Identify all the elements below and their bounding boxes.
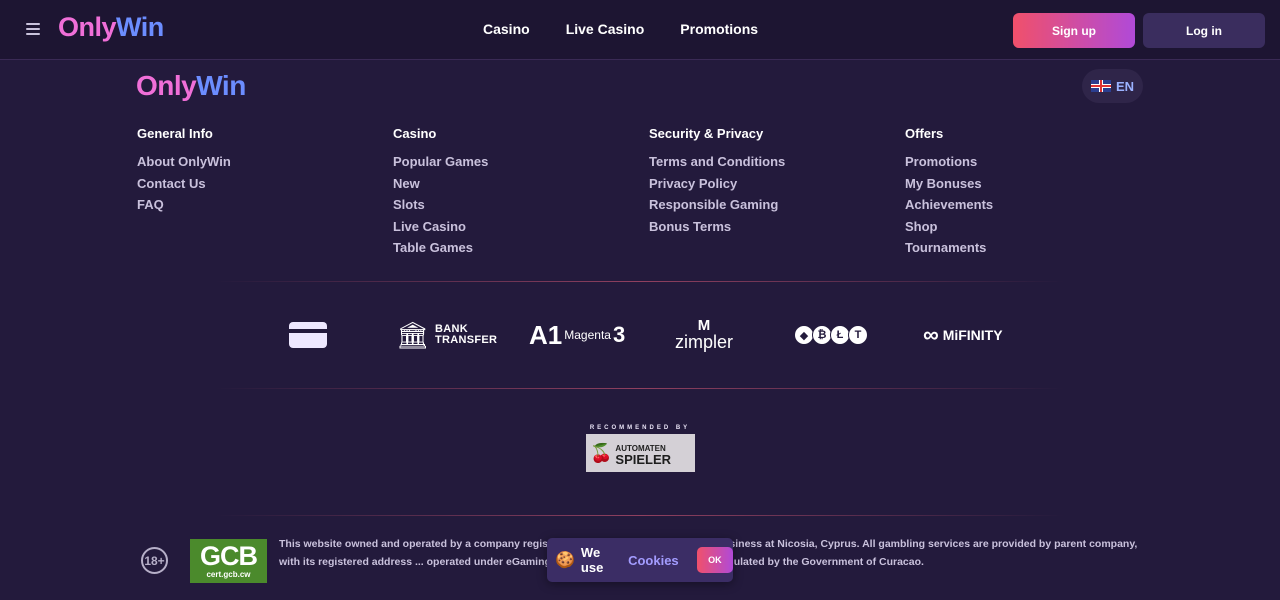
link-promotions[interactable]: Promotions — [905, 151, 993, 173]
credit-card-icon — [289, 322, 327, 348]
footer-column-general-info: General Info About OnlyWin Contact Us FA… — [137, 126, 231, 216]
payment-mifinity: ∞ MiFINITY — [923, 318, 1003, 352]
link-shop[interactable]: Shop — [905, 216, 993, 238]
link-tournaments[interactable]: Tournaments — [905, 237, 993, 259]
language-selector[interactable]: EN — [1082, 69, 1143, 103]
coin-icon: Ł — [830, 325, 850, 345]
link-slots[interactable]: Slots — [393, 194, 488, 216]
hamburger-icon[interactable] — [26, 23, 40, 35]
gcb-sub: cert.gcb.cw — [206, 570, 251, 579]
footer-logo-part-only: Only — [136, 70, 197, 101]
coin-icon: T — [848, 325, 868, 345]
cherry-icon: 🍒 — [590, 442, 613, 463]
cookies-link[interactable]: Cookies — [628, 553, 679, 568]
logo-part-only: Only — [58, 12, 117, 42]
link-live-casino[interactable]: Live Casino — [393, 216, 488, 238]
nav-live-casino[interactable]: Live Casino — [566, 21, 645, 37]
link-responsible-gaming[interactable]: Responsible Gaming — [649, 194, 785, 216]
uk-flag-icon — [1090, 80, 1111, 92]
magenta-a1: A1 — [529, 319, 563, 350]
gcb-license-badge[interactable]: GCB cert.gcb.cw — [190, 539, 267, 583]
infinity-icon: ∞ — [923, 322, 939, 347]
automaten-text: AUTOMATEN SPIELER — [615, 441, 672, 467]
divider — [215, 281, 1065, 282]
header-logo[interactable]: OnlyWin — [58, 12, 164, 43]
bank-icon: 🏛 — [396, 320, 430, 350]
column-title: Security & Privacy — [649, 126, 764, 141]
column-title: Casino — [393, 126, 437, 141]
automaten-line2: SPIELER — [615, 452, 672, 467]
logo-part-win: Win — [116, 12, 164, 42]
payment-crypto: ◆ ₿ Ł T — [794, 318, 868, 352]
cookie-ok-button[interactable]: OK — [696, 547, 733, 573]
automaten-spieler-logo: 🍒 AUTOMATEN SPIELER — [586, 434, 695, 472]
footer-column-offers: Offers Promotions My Bonuses Achievement… — [905, 126, 993, 259]
coin-icon: ₿ — [812, 325, 832, 345]
link-bonus-terms[interactable]: Bonus Terms — [649, 216, 785, 238]
login-button[interactable]: Log in — [1143, 13, 1265, 48]
footer-logo-part-win: Win — [196, 70, 246, 101]
zimpler-name: zimpler — [675, 332, 734, 352]
nav-promotions[interactable]: Promotions — [680, 21, 758, 37]
link-privacy[interactable]: Privacy Policy — [649, 173, 785, 195]
link-achievements[interactable]: Achievements — [905, 194, 993, 216]
footer-column-security: Security & Privacy Terms and Conditions … — [649, 126, 785, 237]
cookie-text: We use — [580, 545, 604, 575]
link-table-games[interactable]: Table Games — [393, 237, 488, 259]
footer-logo[interactable]: OnlyWin — [136, 70, 246, 102]
recommended-label: RECOMMENDED BY — [589, 425, 691, 431]
magenta-name: Magenta — [564, 328, 611, 342]
cookie-icon: 🍪 — [555, 552, 575, 569]
payment-zimpler: M zimpler — [675, 318, 733, 352]
language-code: EN — [1115, 78, 1135, 94]
age-18-icon: 18+ — [141, 547, 168, 574]
recommended-badge[interactable]: RECOMMENDED BY 🍒 AUTOMATEN SPIELER — [582, 425, 698, 472]
bank-label: BANK TRANSFER — [435, 324, 497, 346]
coin-icon: ◆ — [794, 325, 814, 345]
column-title: Offers — [905, 126, 944, 141]
payment-card — [289, 318, 327, 352]
link-contact[interactable]: Contact Us — [137, 173, 231, 195]
divider — [215, 388, 1065, 389]
column-title: General Info — [137, 126, 213, 141]
gcb-main: GCB — [200, 541, 258, 571]
magenta-three: 3 — [612, 322, 626, 347]
link-terms[interactable]: Terms and Conditions — [649, 151, 785, 173]
mifinity-name: MiFINITY — [942, 327, 1003, 343]
link-faq[interactable]: FAQ — [137, 194, 231, 216]
payment-bank-transfer: 🏛 BANK TRANSFER — [396, 318, 497, 352]
footer-column-casino: Casino Popular Games New Slots Live Casi… — [393, 126, 488, 259]
link-popular-games[interactable]: Popular Games — [393, 151, 488, 173]
payment-magenta: A1 Magenta 3 — [529, 318, 625, 352]
link-about[interactable]: About OnlyWin — [137, 151, 231, 173]
cookie-banner: 🍪 We use Cookies OK — [547, 538, 733, 582]
main-nav: Casino Live Casino Promotions — [483, 21, 794, 37]
top-navbar: OnlyWin Casino Live Casino Promotions Si… — [0, 0, 1280, 60]
signup-button[interactable]: Sign up — [1013, 13, 1135, 48]
link-new[interactable]: New — [393, 173, 488, 195]
divider — [215, 515, 1065, 516]
bank-line2: TRANSFER — [435, 334, 498, 346]
link-my-bonuses[interactable]: My Bonuses — [905, 173, 993, 195]
nav-casino[interactable]: Casino — [483, 21, 530, 37]
